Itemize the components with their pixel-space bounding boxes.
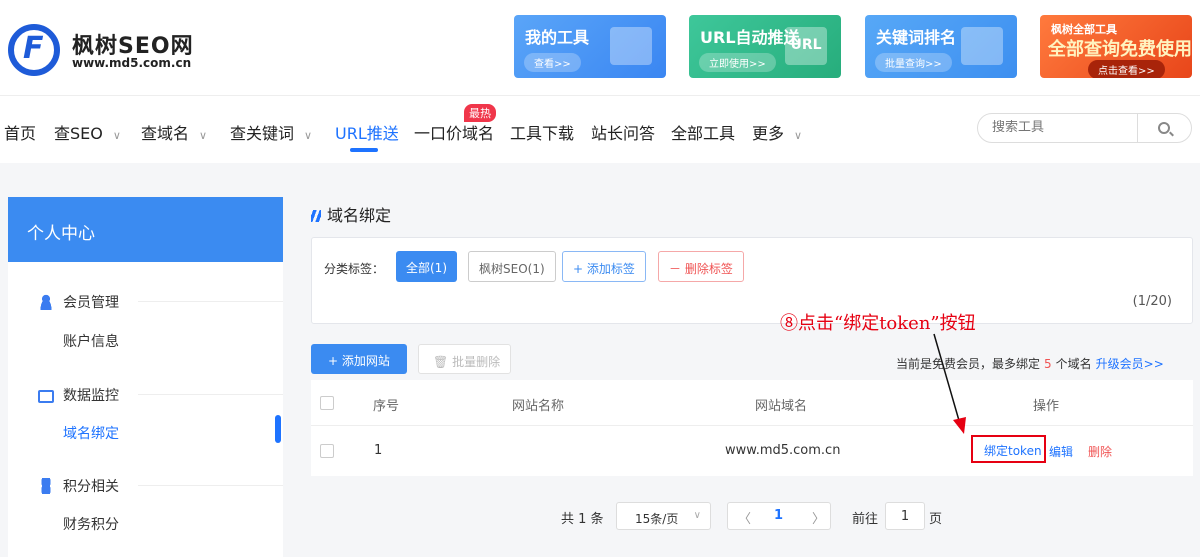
tool-search	[977, 113, 1192, 143]
bar-chart-icon	[961, 27, 1003, 65]
briefcase-icon	[610, 27, 652, 65]
category-label: 分类标签：	[324, 262, 385, 276]
chevron-down-icon: ∨	[304, 129, 313, 142]
nav-more[interactable]: 更多 ∨	[752, 120, 802, 144]
nav-active-indicator	[350, 148, 378, 152]
row-site-domain: www.md5.com.cn	[725, 443, 841, 458]
chevron-down-icon: ∨	[112, 129, 121, 142]
next-page-icon[interactable]: 〉	[812, 508, 825, 527]
col-operations: 操作	[1033, 399, 1060, 414]
upgrade-link[interactable]: 升级会员>>	[1096, 357, 1164, 371]
current-page[interactable]: 1	[774, 508, 783, 523]
site-logo[interactable]: F 枫树SEO网 www.md5.com.cn	[8, 22, 208, 78]
pagination-total: 共 1 条	[561, 512, 604, 527]
nav-fixed-price-domain[interactable]: 一口价域名	[414, 120, 494, 144]
goto-page-input[interactable]: 1	[885, 502, 925, 530]
nav-home[interactable]: 首页	[4, 120, 36, 144]
sidebar-group-monitor: 数据监控	[38, 385, 119, 405]
sidebar-item-finance-points[interactable]: 财务积分	[63, 514, 119, 534]
banner-url-push[interactable]: URL自动推送 立即使用>> URL	[689, 15, 841, 78]
row-checkbox[interactable]	[320, 444, 334, 458]
sidebar: 个人中心 会员管理 账户信息 数据监控 域名绑定 积分相关 财务积分	[8, 197, 283, 557]
search-input[interactable]	[992, 120, 1132, 135]
nav-check-seo[interactable]: 查SEO ∨	[54, 120, 121, 144]
logo-url: www.md5.com.cn	[72, 56, 192, 70]
goto-label: 前往	[852, 512, 879, 527]
bind-token-button[interactable]: 绑定token	[971, 435, 1046, 463]
top-header: F 枫树SEO网 www.md5.com.cn 我的工具 查看>> URL自动推…	[0, 0, 1200, 95]
prev-page-icon[interactable]: 〈	[738, 508, 751, 527]
sidebar-group-member: 会员管理	[38, 292, 119, 312]
delete-button[interactable]: 删除	[1088, 443, 1112, 460]
banner-free-tools[interactable]: 枫树全部工具 全部查询免费使用 点击查看>>	[1040, 15, 1192, 78]
user-icon	[38, 294, 54, 310]
banner-my-tools[interactable]: 我的工具 查看>>	[514, 15, 666, 78]
sidebar-group-points: 积分相关	[38, 476, 119, 496]
add-tag-button[interactable]: + 添加标签	[562, 251, 646, 282]
nav-check-keyword[interactable]: 查关键词 ∨	[230, 120, 312, 144]
nav-url-push[interactable]: URL推送	[335, 120, 399, 144]
batch-delete-button[interactable]: 🗑 批量删除	[418, 344, 511, 374]
site-table: 序号 网站名称 网站域名 操作 1 www.md5.com.cn 绑定token…	[311, 380, 1193, 476]
banner-keyword-rank[interactable]: 关键词排名 批量查询>>	[865, 15, 1017, 78]
nav-webmaster-qa[interactable]: 站长问答	[591, 120, 655, 144]
chevron-down-icon: ∨	[693, 510, 701, 521]
chevron-down-icon: ∨	[794, 129, 803, 142]
annotation-arrow	[933, 333, 966, 434]
col-site-name: 网站名称	[512, 399, 565, 414]
title-bars-icon	[311, 210, 321, 222]
sidebar-active-marker	[275, 415, 281, 443]
nav-tool-download[interactable]: 工具下载	[510, 120, 574, 144]
coins-icon	[38, 478, 54, 494]
chip-fengshu-seo[interactable]: 枫树SEO(1)	[468, 251, 556, 282]
trash-icon: 🗑	[433, 355, 453, 369]
sidebar-item-account-info[interactable]: 账户信息	[63, 331, 119, 351]
category-count: (1/20)	[1132, 294, 1172, 309]
page-navigator: 〈 1 〉	[727, 502, 831, 530]
add-site-button[interactable]: + 添加网站	[311, 344, 407, 374]
select-all-checkbox[interactable]	[320, 396, 334, 410]
hot-badge: 最热	[464, 104, 496, 122]
row-index: 1	[374, 443, 383, 458]
nav-check-domain[interactable]: 查域名 ∨	[141, 120, 207, 144]
sidebar-title: 个人中心	[8, 197, 283, 262]
page-title: 域名绑定	[311, 202, 391, 226]
chevron-down-icon: ∨	[199, 129, 208, 142]
monitor-icon	[38, 390, 54, 403]
col-site-domain: 网站域名	[755, 399, 808, 414]
search-icon[interactable]	[1158, 122, 1170, 134]
col-index: 序号	[373, 399, 400, 414]
nav-all-tools[interactable]: 全部工具	[671, 120, 735, 144]
category-panel: 分类标签： 全部(1) 枫树SEO(1) + 添加标签 － 删除标签 (1/20…	[311, 237, 1193, 324]
chip-all[interactable]: 全部(1)	[396, 251, 457, 282]
delete-tag-button[interactable]: － 删除标签	[658, 251, 744, 282]
goto-unit: 页	[929, 512, 943, 527]
edit-button[interactable]: 编辑	[1049, 443, 1073, 460]
sidebar-item-domain-binding[interactable]: 域名绑定	[63, 423, 119, 443]
url-doc-icon: URL	[785, 27, 827, 65]
page-size-select[interactable]: 15条/页 ∨	[616, 502, 711, 530]
